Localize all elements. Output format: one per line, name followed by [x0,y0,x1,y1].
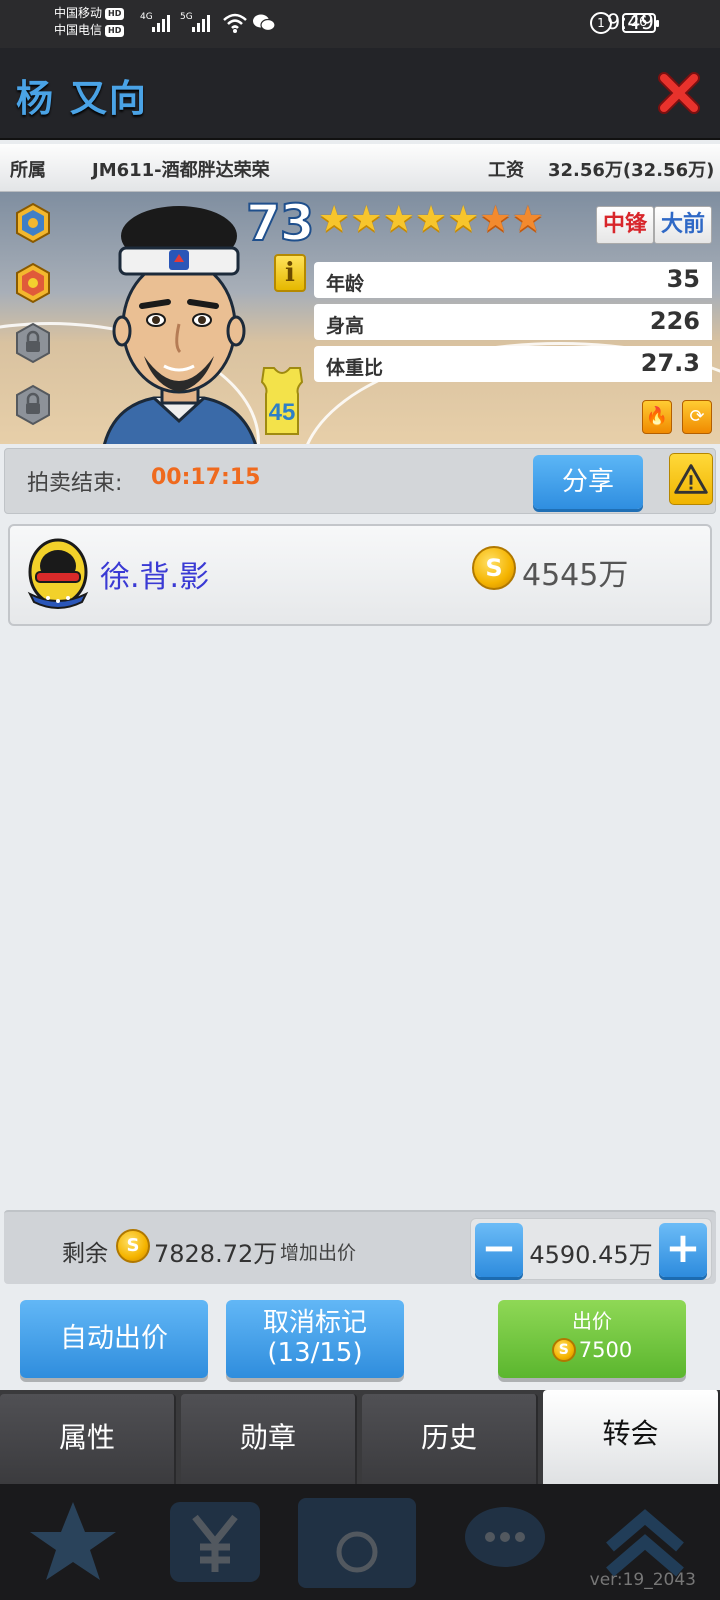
cancel-mark-button[interactable]: 取消标记 (13/15) [226,1300,404,1378]
clock: 9:49 [606,10,654,34]
bid-amount: 4545万 [522,558,629,593]
cancel-mark-label: 取消标记 [262,1308,367,1338]
bidder-name: 徐.背.影 [100,560,210,595]
wifi-icon [223,13,247,33]
jersey-number: 45 [269,399,296,426]
bidder-avatar [27,538,89,609]
network-type-2: 5G [180,12,193,22]
stat-label: 体重比 [326,357,384,379]
skill-badge-icon[interactable] [14,202,52,244]
skill-badge-icon-2[interactable] [14,262,52,304]
place-bid-button[interactable]: 出价 S 7500 [498,1300,686,1378]
player-card: 45 73 ★ ★ ★ ★ ★ ★ ★ i 中锋 大前 年龄 35 身高 226 体重比 2… [0,192,720,444]
share-button[interactable]: 分享 [533,455,643,509]
bid-list: 徐.背.影 S 4545万 [8,524,712,626]
stat-value: 35 [666,265,700,293]
jersey-icon: 45 [260,367,304,435]
star-gold-icon: ★ [382,199,415,240]
place-bid-cost: 7500 [578,1338,633,1362]
wechat-icon [253,14,276,32]
stat-value: 27.3 [640,349,700,377]
currency-nav-icon[interactable] [160,1492,270,1592]
info-button[interactable]: i [274,254,306,292]
auction-bar: 拍卖结束: 00:17:15 分享 [4,448,716,514]
star-gold-icon: ★ [414,199,448,240]
star-gold-icon: ★ [447,199,480,240]
team-label: 所属 [10,160,46,181]
position-tag-power-forward: 大前 [654,206,713,244]
title-bar: 杨 又向 [0,48,720,140]
list-item[interactable]: 徐.背.影 S 4545万 [10,526,710,624]
stat-value: 226 [649,307,700,335]
refresh-icon[interactable]: ⟳ [682,400,712,434]
stat-row-age: 年龄 35 [314,262,712,298]
bid-stepper: − 4590.45万 + [470,1218,712,1280]
signal-icon-1 [152,14,170,32]
decrease-bid-button[interactable]: − [475,1223,523,1277]
overall-rating: 73 [245,193,316,253]
salary-label: 工资 [488,160,524,181]
bid-value: 4590.45万 [529,1241,653,1269]
auction-end-label: 拍卖结束: [27,471,123,496]
star-gold-icon: ★ [350,199,383,240]
bid-control-bar: 剩余 S 7828.72万 增加出价 − 4590.45万 + [4,1210,716,1284]
remain-label: 剩余 [62,1241,108,1267]
star-gold-icon: ★ [318,199,351,240]
fire-icon[interactable]: 🔥 [642,400,672,434]
carrier-info: 中国移动 HD 中国电信 HD [54,5,125,39]
status-bar: 中国移动 HD 中国电信 HD 4G 5G 1 26 9:49 [0,0,720,48]
locked-badge-icon-2[interactable] [14,384,52,426]
stat-label: 年龄 [326,273,365,295]
carrier-1: 中国移动 [54,6,103,20]
court-nav-icon[interactable] [292,1492,422,1592]
increase-bid-label: 增加出价 [280,1242,357,1264]
increase-bid-button[interactable]: + [659,1223,707,1277]
auto-bid-button[interactable]: 自动出价 [20,1300,208,1378]
locked-badge-icon[interactable] [14,322,52,364]
network-type-1: 4G [140,12,153,22]
position-tag-center: 中锋 [596,206,655,244]
hd-badge-2: HD [105,24,125,37]
report-warning-icon[interactable] [669,453,713,505]
team-name: JM611-酒都胖达荣荣 [92,160,270,181]
tab-attributes[interactable]: 属性 [0,1394,176,1484]
stat-row-height: 身高 226 [314,304,712,340]
signal-icon-2 [192,14,210,32]
cancel-mark-count: (13/15) [267,1338,363,1368]
auction-timer: 00:17:15 [151,465,261,490]
star-nav-icon[interactable] [18,1492,128,1592]
tab-history[interactable]: 历史 [362,1394,538,1484]
coin-icon: S [551,1338,576,1362]
coin-icon: S [472,546,516,590]
bottom-nav: ver:19_2043 [0,1484,720,1600]
tab-bar: 属性 勋章 历史 转会 [0,1390,720,1484]
version-label: ver:19_2043 [589,1570,696,1590]
salary-value: 32.56万(32.56万) [548,160,715,181]
star-rating: ★ ★ ★ ★ ★ ★ ★ [318,200,544,240]
stat-label: 身高 [326,315,365,337]
team-salary-bar: 所属 JM611-酒都胖达荣荣 工资 32.56万(32.56万) [0,144,720,192]
remain-value: 7828.72万 [154,1240,278,1268]
carrier-2: 中国电信 [54,23,103,37]
stat-row-weight-ratio: 体重比 27.3 [314,346,712,382]
close-icon[interactable] [656,70,702,116]
coin-icon: S [116,1229,150,1263]
tab-medals[interactable]: 勋章 [181,1394,357,1484]
star-orange-icon: ★ [511,199,544,240]
star-orange-icon: ★ [479,199,512,240]
player-name: 杨 又向 [16,77,148,120]
chat-nav-icon[interactable] [450,1492,560,1592]
hd-badge-1: HD [105,7,125,20]
place-bid-label: 出价 [572,1309,612,1333]
tab-transfer[interactable]: 转会 [543,1390,720,1484]
